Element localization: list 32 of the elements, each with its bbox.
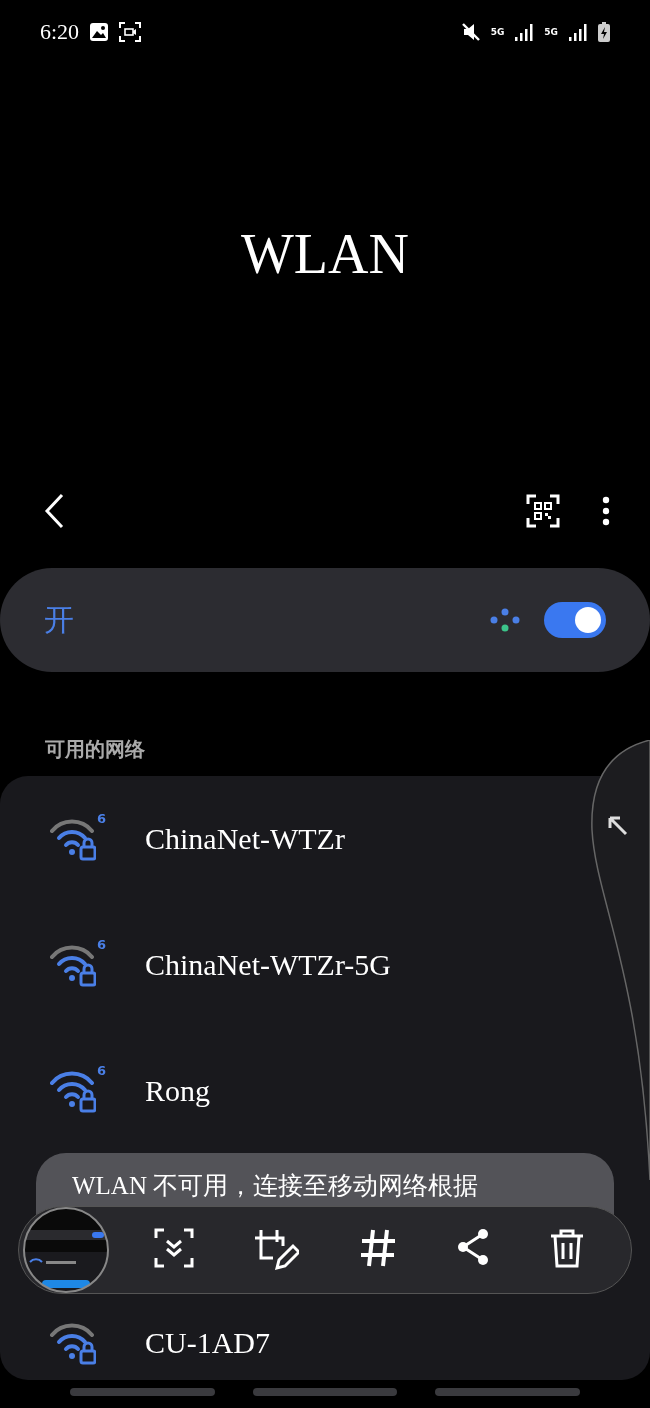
network-type-label: 5G <box>490 27 505 37</box>
screen-record-icon <box>119 22 142 42</box>
network-name[interactable]: Rong <box>145 1074 210 1108</box>
share-icon[interactable] <box>455 1228 490 1266</box>
network-name[interactable]: ChinaNet-WTZr <box>145 822 345 856</box>
scroll-capture-icon[interactable] <box>154 1228 194 1268</box>
network-name[interactable]: CU-1AD7 <box>145 1326 270 1360</box>
crop-edit-icon[interactable] <box>253 1228 300 1272</box>
back-icon[interactable] <box>44 493 64 529</box>
network-type-label: 5G <box>544 27 558 37</box>
switch-label: 开 <box>44 600 74 639</box>
hashtag-icon[interactable] <box>358 1228 397 1268</box>
wifi-standard-label: 6 <box>96 811 106 826</box>
network-name[interactable]: ChinaNet-WTZr-5G <box>145 948 391 982</box>
mute-icon <box>460 22 481 42</box>
signal-icon <box>568 23 588 41</box>
page-title: WLAN <box>241 222 409 286</box>
battery-charging-icon <box>598 22 610 42</box>
delete-icon[interactable] <box>549 1228 585 1268</box>
wifi-standard-label: 6 <box>96 1063 106 1078</box>
signal-icon <box>514 23 535 41</box>
thumbnail-drawing[interactable] <box>22 1206 110 1294</box>
dots-icon[interactable] <box>490 608 520 632</box>
more-options-icon[interactable] <box>602 496 610 526</box>
toggle-switch[interactable] <box>544 602 606 638</box>
image-icon <box>89 22 110 42</box>
edge-panel-handle[interactable] <box>590 740 650 1180</box>
toast-text: WLAN 不可用，连接至移动网络根据 <box>72 1171 480 1201</box>
qr-code-icon[interactable] <box>526 494 560 528</box>
wifi-standard-label: 6 <box>96 937 106 952</box>
status-time: 6:20 <box>40 19 80 45</box>
section-title: 可用的网络 <box>45 736 145 763</box>
